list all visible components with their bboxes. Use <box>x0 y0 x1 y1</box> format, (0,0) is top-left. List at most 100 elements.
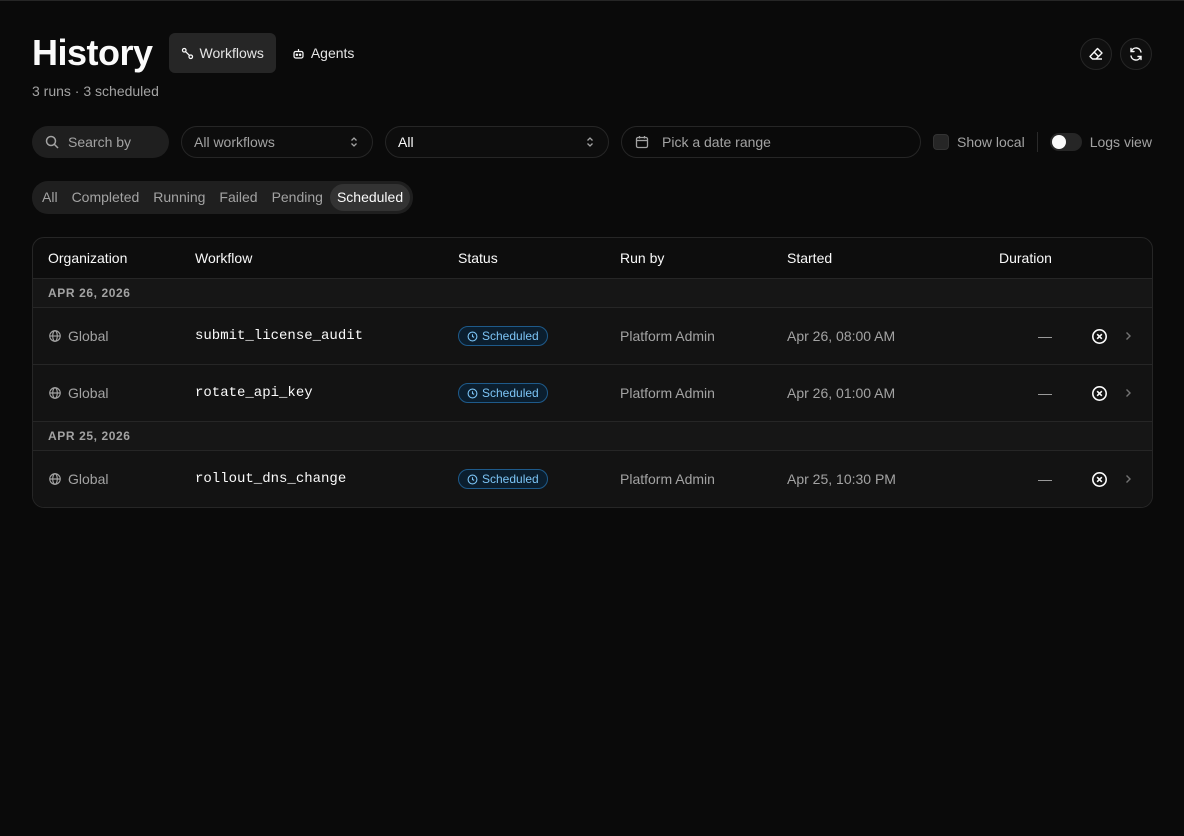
run-by: Platform Admin <box>620 471 715 487</box>
show-local-label: Show local <box>957 134 1025 150</box>
status-tabs: All Completed Running Failed Pending Sch… <box>32 181 414 214</box>
run-by: Platform Admin <box>620 385 715 401</box>
tab-workflows[interactable]: Workflows <box>168 33 276 73</box>
tab-completed[interactable]: Completed <box>65 184 147 211</box>
globe-icon <box>49 330 61 342</box>
workflows-select-value: All workflows <box>194 134 275 150</box>
date-range-picker[interactable]: Pick a date range <box>621 126 921 158</box>
column-header-duration[interactable]: Duration <box>999 250 1052 266</box>
column-header-run-by[interactable]: Run by <box>620 250 664 266</box>
duration: — <box>1038 471 1052 487</box>
status-select-value: All <box>398 134 414 150</box>
row-expand-button[interactable] <box>1122 308 1134 364</box>
org-name: Global <box>68 328 109 344</box>
circle-x-icon <box>1092 385 1107 401</box>
circle-x-icon <box>1092 328 1107 344</box>
globe-icon <box>49 387 61 399</box>
tab-failed[interactable]: Failed <box>212 184 264 211</box>
show-local-option[interactable]: Show local <box>933 134 1025 150</box>
org-cell: Global <box>48 365 108 421</box>
status-cell: Scheduled <box>458 451 548 507</box>
workflow-name: rollout_dns_change <box>195 471 347 487</box>
workflows-select[interactable]: All workflows <box>181 126 373 158</box>
search-icon <box>45 135 59 149</box>
tab-agents[interactable]: Agents <box>280 33 367 73</box>
org-name: Global <box>68 385 109 401</box>
chevrons-up-down-icon <box>587 137 593 147</box>
workflow-name: rotate_api_key <box>195 385 313 401</box>
header-actions <box>1080 38 1152 70</box>
date-group-header: APR 26, 2026 <box>33 279 1152 308</box>
globe-icon <box>49 473 61 485</box>
page-title: History <box>32 32 153 73</box>
column-header-organization[interactable]: Organization <box>48 250 127 266</box>
column-header-status[interactable]: Status <box>458 250 498 266</box>
table-row[interactable]: Global rotate_api_key Scheduled Platform… <box>33 365 1152 422</box>
divider <box>1036 132 1038 152</box>
search-input[interactable]: Search by <box>32 126 169 158</box>
workflow-icon <box>181 47 193 59</box>
org-name: Global <box>68 471 109 487</box>
bot-icon <box>293 48 304 59</box>
filter-bar: Search by All workflows All Pick a date … <box>32 125 1152 159</box>
chevron-right-icon <box>1126 332 1131 340</box>
duration: — <box>1038 385 1052 401</box>
started-time: Apr 25, 10:30 PM <box>787 471 896 487</box>
duration: — <box>1038 328 1052 344</box>
runs-table: Organization Workflow Status Run by Star… <box>32 237 1153 508</box>
started-time: Apr 26, 08:00 AM <box>787 328 896 344</box>
clock-icon <box>467 331 478 341</box>
tab-agents-label: Agents <box>310 45 355 61</box>
run-by: Platform Admin <box>620 328 715 344</box>
table-row[interactable]: Global rollout_dns_change Scheduled Plat… <box>33 451 1152 507</box>
column-header-workflow[interactable]: Workflow <box>195 250 252 266</box>
logs-view-label: Logs view <box>1089 134 1152 150</box>
started-time: Apr 26, 01:00 AM <box>787 385 896 401</box>
tab-scheduled[interactable]: Scheduled <box>329 184 411 211</box>
chevron-right-icon <box>1126 389 1131 397</box>
table-row[interactable]: Global submit_license_audit Scheduled Pl… <box>33 308 1152 365</box>
tab-pending[interactable]: Pending <box>265 184 330 211</box>
mode-tabs: Workflows Agents <box>168 33 367 73</box>
cancel-run-button[interactable] <box>1091 365 1108 421</box>
workflow-name: submit_license_audit <box>195 328 364 344</box>
chevrons-up-down-icon <box>351 137 357 147</box>
logs-view-toggle[interactable] <box>1049 133 1082 151</box>
clear-button[interactable] <box>1080 38 1112 70</box>
table-header: Organization Workflow Status Run by Star… <box>33 238 1152 279</box>
date-group-header: APR 25, 2026 <box>33 422 1152 451</box>
tab-running[interactable]: Running <box>146 184 212 211</box>
calendar-icon <box>635 136 649 149</box>
clock-icon <box>467 388 478 398</box>
search-placeholder: Search by <box>68 134 132 150</box>
status-badge-label: Scheduled <box>482 386 539 400</box>
clock-icon <box>467 474 478 484</box>
show-local-checkbox[interactable] <box>933 134 949 150</box>
row-expand-button[interactable] <box>1122 365 1134 421</box>
column-header-started[interactable]: Started <box>787 250 832 266</box>
refresh-icon <box>1130 47 1142 61</box>
status-cell: Scheduled <box>458 365 548 421</box>
status-badge: Scheduled <box>458 326 548 346</box>
eraser-icon <box>1089 47 1103 60</box>
status-badge: Scheduled <box>458 469 548 489</box>
page-subtitle: 3 runs · 3 scheduled <box>32 83 159 99</box>
logs-view-option[interactable]: Logs view <box>1049 133 1152 151</box>
status-badge: Scheduled <box>458 383 548 403</box>
cancel-run-button[interactable] <box>1091 451 1108 507</box>
cancel-run-button[interactable] <box>1091 308 1108 364</box>
chevron-right-icon <box>1126 475 1131 483</box>
refresh-button[interactable] <box>1120 38 1152 70</box>
page-header: History Workflows Agents <box>32 33 366 73</box>
status-cell: Scheduled <box>458 308 548 364</box>
org-cell: Global <box>48 451 108 507</box>
status-badge-label: Scheduled <box>482 329 539 343</box>
circle-x-icon <box>1092 471 1107 487</box>
status-select[interactable]: All <box>385 126 609 158</box>
org-cell: Global <box>48 308 108 364</box>
row-expand-button[interactable] <box>1122 451 1134 507</box>
tab-workflows-label: Workflows <box>199 45 264 61</box>
tab-all[interactable]: All <box>35 184 65 211</box>
status-badge-label: Scheduled <box>482 472 539 486</box>
date-range-placeholder: Pick a date range <box>662 134 771 150</box>
